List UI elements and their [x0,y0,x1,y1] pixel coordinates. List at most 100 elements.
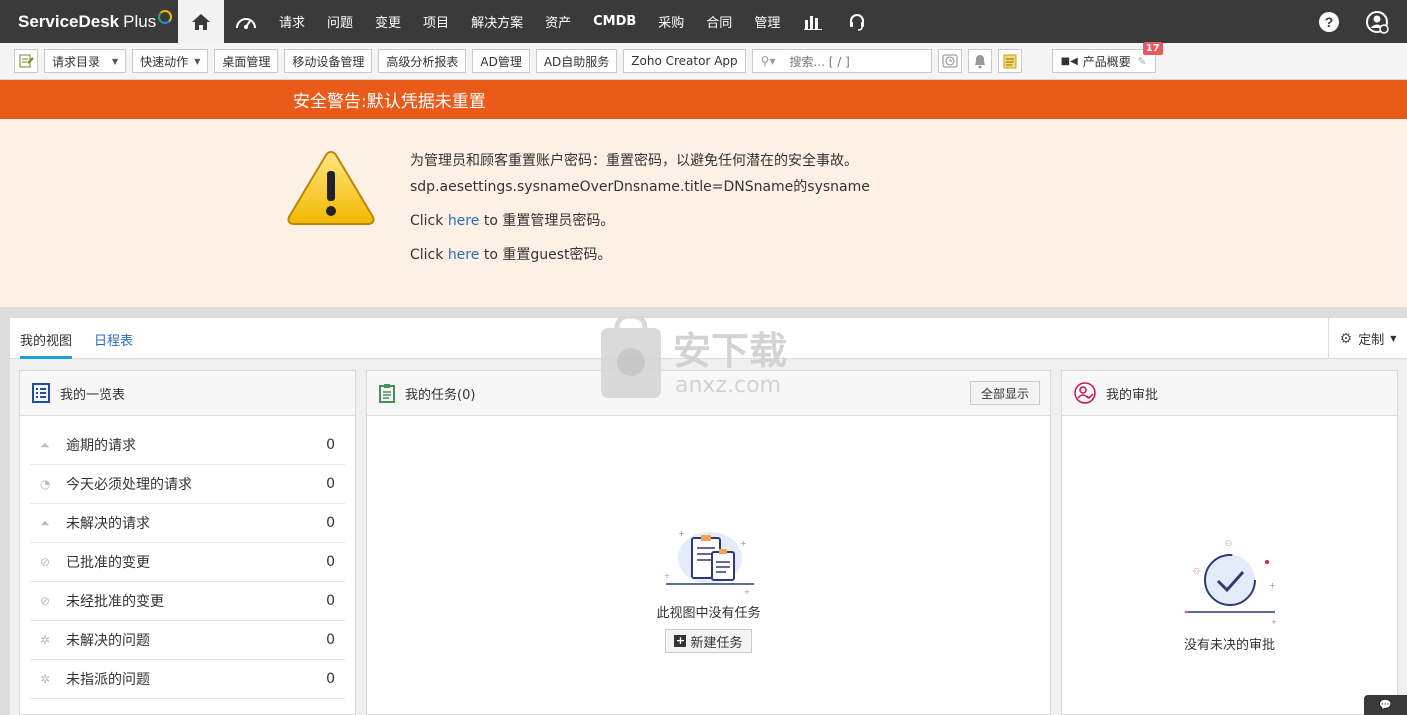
nav-projects[interactable]: 项目 [412,0,460,43]
search-input[interactable]: ⚲▾ 搜索... [ / ] [751,49,932,73]
widget-title: 我的一览表 [60,387,126,403]
summary-row-open-problems[interactable]: ✲ 未解决的问题 0 [30,621,345,660]
dashboard-tab[interactable] [224,0,268,43]
unapproved-change-icon: ⊘ [40,594,51,608]
notification-badge: 17 [1142,42,1163,55]
warning-icon [287,150,375,225]
list-icon [32,383,50,403]
svg-text:+: + [1183,608,1189,616]
guest-suffix: to 重置guest密码。 [479,247,612,263]
notifications-button[interactable] [967,49,992,73]
reports-tab[interactable] [791,0,835,43]
brand-plus: Plus [123,11,157,31]
summary-label: 未经批准的变更 [66,594,164,610]
open-problem-icon: ✲ [40,633,51,647]
nav-purchase[interactable]: 采购 [647,0,695,43]
summary-row-overdue-requests[interactable]: ⏶ 逾期的请求 0 [30,426,345,465]
click-prefix: Click [410,247,448,263]
servicedesk-logo[interactable]: ServiceDesk Plus [0,0,178,43]
new-request-button[interactable] [14,49,38,73]
security-alert-banner: 安全警告:默认凭据未重置 [0,80,1407,119]
chat-button[interactable]: 💬 [1364,695,1407,715]
ad-self-service-button[interactable]: AD自助服务 [535,49,618,73]
alert-line-guest: Click here to 重置guest密码。 [410,246,870,264]
advanced-analytics-button[interactable]: 高级分析报表 [378,49,467,73]
svg-text:⚇: ⚇ [1225,539,1232,548]
clipboard-icon [379,383,395,403]
click-prefix: Click [410,213,448,229]
summary-count[interactable]: 0 [326,632,335,648]
notes-icon [1003,54,1017,69]
summary-label: 未指派的问题 [66,672,150,688]
alert-message: 为管理员和顾客重置账户密码：重置密码，以避免任何潜在的安全事故。 sdp.aes… [410,152,870,264]
nav-changes[interactable]: 变更 [364,0,412,43]
pin-icon: ✎ [1137,54,1147,68]
user-profile-icon[interactable] [1365,10,1389,34]
ad-mgmt-button[interactable]: AD管理 [472,49,530,73]
summary-row-approved-changes[interactable]: ⊘ 已批准的变更 0 [30,543,345,582]
dashboard-icon [236,17,256,29]
summary-count[interactable]: 0 [326,593,335,609]
empty-approvals-illustration: ⚇ ⚇ + + + [1183,539,1277,626]
reset-guest-password-link[interactable]: here [448,247,480,263]
my-approvals-widget: 我的审批 ⚇ ⚇ + + + 没有未决的审批 [1061,370,1398,715]
summary-label: 今天必须处理的请求 [66,477,192,493]
quick-actions-label: 快速动作 [140,54,189,69]
summary-row-unassigned-problems[interactable]: ✲ 未指派的问题 0 [30,660,345,699]
mobile-device-mgmt-button[interactable]: 移动设备管理 [284,49,373,73]
my-summary-widget: 我的一览表 ⏶ 逾期的请求 0 ◔ 今天必须处理的请求 0 ⏶ 未解决的请求 0… [19,370,356,715]
bell-icon [974,55,985,69]
summary-count[interactable]: 0 [326,476,335,492]
nav-contracts[interactable]: 合同 [695,0,743,43]
tab-schedule[interactable]: 日程表 [94,330,133,349]
svg-text:+: + [1269,581,1276,590]
summary-count[interactable]: 0 [326,515,335,531]
tasks-empty-state: + + + + 此视图中没有任务 + 新建任务 [367,526,1050,653]
chevron-down-icon: ▼ [112,56,119,66]
approvals-empty-state: ⚇ ⚇ + + + 没有未决的审批 [1062,536,1397,653]
summary-row-due-today[interactable]: ◔ 今天必须处理的请求 0 [30,465,345,504]
nav-solutions[interactable]: 解决方案 [460,0,534,43]
svg-text:+: + [664,572,670,580]
nav-requests[interactable]: 请求 [268,0,316,43]
zoho-creator-button[interactable]: Zoho Creator App [623,49,746,73]
history-button[interactable] [937,49,962,73]
desktop-mgmt-button[interactable]: 桌面管理 [214,49,279,73]
widget-header: 我的一览表 [20,371,355,416]
nav-cmdb[interactable]: CMDB [582,0,647,43]
show-all-button[interactable]: 全部显示 [969,381,1040,405]
home-icon [192,13,210,30]
widget-header: 我的审批 [1062,371,1397,416]
nav-problems[interactable]: 问题 [316,0,364,43]
nav-assets[interactable]: 资产 [534,0,582,43]
reset-admin-password-link[interactable]: here [448,213,480,229]
logo-swirl-icon [158,9,173,24]
summary-count[interactable]: 0 [326,671,335,687]
top-navigation: ServiceDesk Plus 请求 问题 变更 项目 解决方案 资产 CMD… [0,0,1407,43]
nav-admin[interactable]: 管理 [743,0,791,43]
new-task-label: 新建任务 [690,635,743,651]
svg-text:⚇: ⚇ [1193,567,1200,576]
tab-my-view[interactable]: 我的视图 [20,330,73,359]
home-tab[interactable] [178,0,224,43]
new-task-button[interactable]: + 新建任务 [665,629,752,653]
summary-count[interactable]: 0 [326,437,335,453]
summary-list: ⏶ 逾期的请求 0 ◔ 今天必须处理的请求 0 ⏶ 未解决的请求 0 ⊘ 已批准… [20,416,355,699]
customize-dropdown[interactable]: ⚙ 定制 ▼ [1328,318,1407,359]
summary-count[interactable]: 0 [326,554,335,570]
svg-text:+: + [740,539,747,548]
help-icon[interactable]: ? [1319,11,1339,32]
notes-button[interactable] [997,49,1022,73]
support-tab[interactable] [835,0,879,43]
svg-text:+: + [1271,618,1277,626]
overdue-request-icon: ⏶ [40,437,50,452]
request-catalog-dropdown[interactable]: 请求目录 ▼ [44,49,127,73]
svg-text:+: + [678,529,685,538]
quick-actions-dropdown[interactable]: 快速动作 ▼ [132,49,209,73]
summary-row-unapproved-changes[interactable]: ⊘ 未经批准的变更 0 [30,582,345,621]
summary-label: 未解决的请求 [66,516,150,532]
product-overview-label: 产品概要 [1082,54,1131,69]
summary-label: 未解决的问题 [66,633,150,649]
summary-row-open-requests[interactable]: ⏶ 未解决的请求 0 [30,504,345,543]
product-overview-button[interactable]: ■◀ 产品概要 ✎ 17 [1051,42,1163,73]
